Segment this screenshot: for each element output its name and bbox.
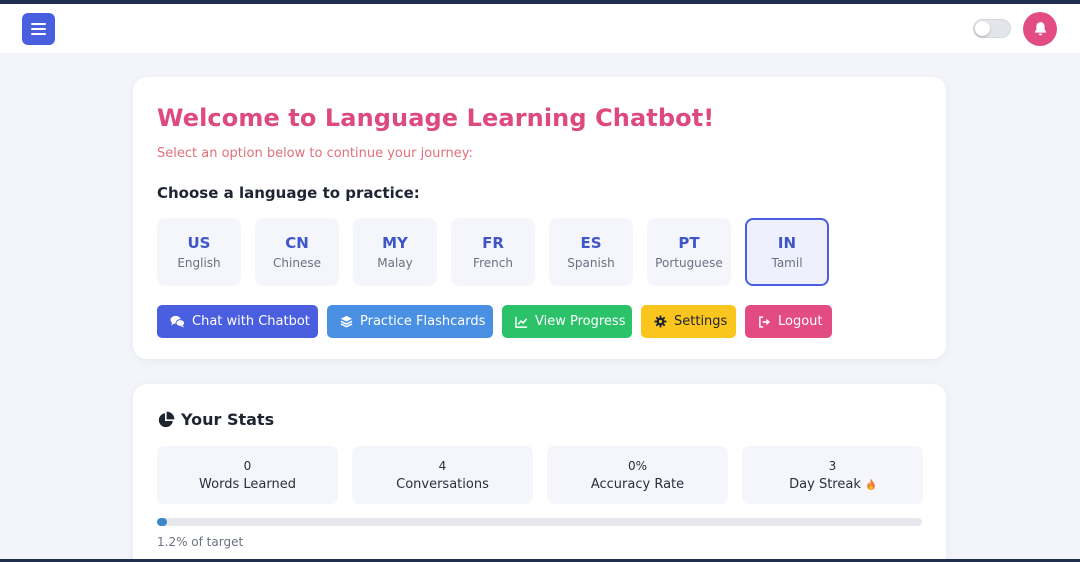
- fire-icon: [867, 478, 875, 490]
- page-subtitle: Select an option below to continue your …: [157, 146, 473, 161]
- language-code: CN: [285, 234, 309, 252]
- stat-day-streak: 3 Day Streak: [742, 446, 923, 504]
- chat-with-chatbot-button[interactable]: Chat with Chatbot: [157, 305, 318, 338]
- language-code: FR: [482, 234, 504, 252]
- language-code: IN: [777, 234, 797, 252]
- view-progress-button[interactable]: View Progress: [502, 305, 632, 338]
- progress-text: 1.2% of target: [157, 535, 244, 549]
- language-name: Portuguese: [655, 256, 723, 270]
- language-name: English: [177, 256, 221, 270]
- stat-label: Conversations: [396, 476, 489, 492]
- stats-card: Your Stats 0 Words Learned 4 Conversatio…: [133, 384, 946, 562]
- stat-label: Accuracy Rate: [590, 476, 685, 492]
- language-name: Chinese: [273, 256, 321, 270]
- theme-toggle[interactable]: [973, 19, 1011, 38]
- toggle-knob: [975, 21, 990, 36]
- stat-label: Day Streak: [789, 477, 876, 492]
- stats-title: Your Stats: [181, 410, 275, 429]
- target-progress-bar: [157, 518, 922, 526]
- hamburger-icon: [31, 28, 46, 30]
- language-name: Spanish: [567, 256, 615, 270]
- bell-icon: [1034, 22, 1046, 36]
- pie-chart-icon: [158, 411, 175, 427]
- stats-heading: Your Stats: [157, 410, 274, 429]
- stat-conversations: 4 Conversations: [352, 446, 533, 504]
- language-name: French: [473, 256, 513, 270]
- language-code: ES: [580, 234, 602, 252]
- language-code: PT: [678, 234, 700, 252]
- action-buttons: Chat with Chatbot Practice Flashcards Vi…: [157, 305, 832, 338]
- stat-label: Words Learned: [199, 476, 296, 492]
- hamburger-icon: [31, 23, 46, 25]
- button-label: Settings: [674, 314, 728, 329]
- language-tile-french[interactable]: FR French: [451, 218, 535, 286]
- language-tile-malay[interactable]: MY Malay: [353, 218, 437, 286]
- logout-button[interactable]: Logout: [745, 305, 832, 338]
- button-label: Practice Flashcards: [360, 314, 486, 329]
- progress-fill: [157, 518, 167, 526]
- language-tile-spanish[interactable]: ES Spanish: [549, 218, 633, 286]
- page-title: Welcome to Language Learning Chatbot!: [157, 104, 715, 132]
- stats-list: 0 Words Learned 4 Conversations 0% Accur…: [157, 446, 923, 504]
- notification-button[interactable]: [1023, 12, 1057, 46]
- language-name: Tamil: [771, 256, 803, 270]
- top-bar: [0, 4, 1080, 53]
- sign-out-icon: [759, 315, 771, 328]
- menu-button[interactable]: [22, 13, 55, 45]
- stat-value: 0%: [627, 458, 648, 473]
- stat-words-learned: 0 Words Learned: [157, 446, 338, 504]
- language-tile-portuguese[interactable]: PT Portuguese: [647, 218, 731, 286]
- welcome-card: Welcome to Language Learning Chatbot! Se…: [133, 77, 946, 359]
- language-list: US English CN Chinese MY Malay FR French…: [157, 218, 829, 286]
- language-code: US: [187, 234, 211, 252]
- stat-value: 0: [243, 458, 252, 473]
- button-label: Logout: [778, 314, 823, 329]
- language-tile-chinese[interactable]: CN Chinese: [255, 218, 339, 286]
- language-section-label: Choose a language to practice:: [157, 184, 420, 202]
- stat-value: 4: [438, 458, 447, 473]
- language-code: MY: [382, 234, 408, 252]
- stat-value: 3: [828, 458, 837, 473]
- language-tile-tamil[interactable]: IN Tamil: [745, 218, 829, 286]
- layers-icon: [340, 315, 353, 328]
- button-label: View Progress: [535, 314, 626, 329]
- button-label: Chat with Chatbot: [192, 314, 310, 329]
- hamburger-icon: [31, 33, 46, 35]
- line-chart-icon: [515, 316, 528, 328]
- settings-button[interactable]: Settings: [641, 305, 736, 338]
- chat-bubbles-icon: [170, 315, 185, 328]
- stat-accuracy-rate: 0% Accuracy Rate: [547, 446, 728, 504]
- language-name: Malay: [377, 256, 413, 270]
- gear-icon: [654, 315, 667, 328]
- practice-flashcards-button[interactable]: Practice Flashcards: [327, 305, 493, 338]
- language-tile-english[interactable]: US English: [157, 218, 241, 286]
